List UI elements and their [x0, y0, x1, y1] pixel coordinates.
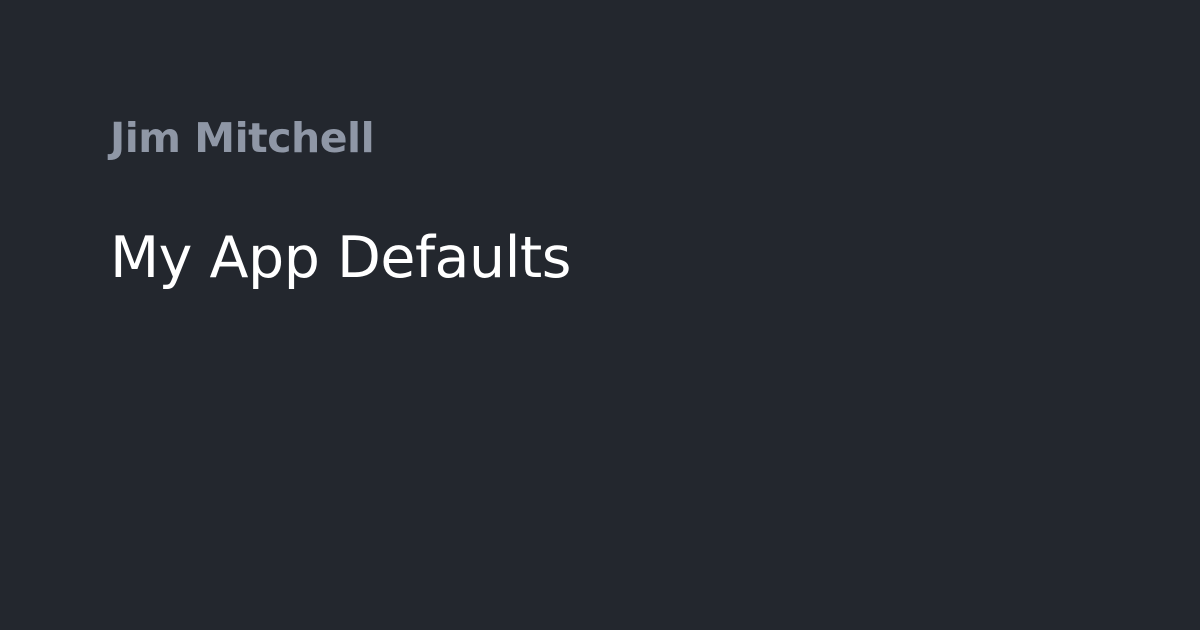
author-name: Jim Mitchell	[110, 114, 375, 162]
social-share-card: Jim Mitchell My App Defaults	[0, 0, 1200, 630]
post-title: My App Defaults	[110, 225, 571, 291]
